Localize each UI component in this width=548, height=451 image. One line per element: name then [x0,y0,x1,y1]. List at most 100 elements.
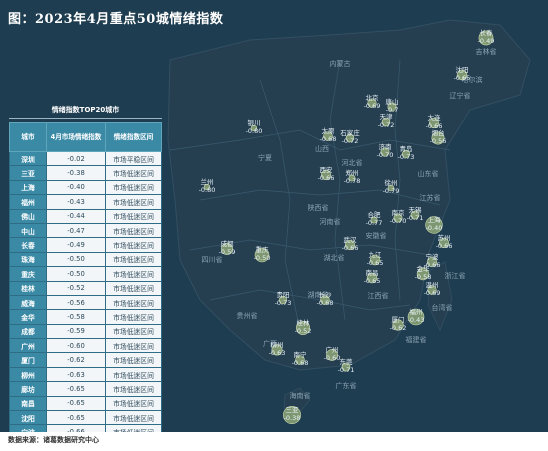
row-city: 三亚 [9,165,47,181]
row-zone: 市场低迷区间 [105,381,162,397]
city-name-label: 天津 [380,113,394,121]
table-row: 廊坊 -0.65 市场低迷区间 [9,381,162,397]
table-row: 威海 -0.56 市场低迷区间 [9,294,162,311]
table-row: 珠海 -0.50 市场低迷区间 [9,251,162,268]
chart-title: 图：2023年4月重点50城情绪指数 [8,12,224,27]
region-label: 台湾省 [432,303,453,312]
row-index-value: -0.43 [46,194,106,210]
city-name-label: 徐州 [385,178,398,187]
column-header-city: 城市 [9,122,47,152]
row-index-value: -0.56 [46,294,106,311]
city-name-label: 广州 [326,345,339,354]
city-name-label: 沈阳 [456,65,469,74]
city-name-label: 三亚 [286,406,300,414]
row-zone: 市场平稳区间 [105,150,162,167]
city-value-label: -0.71 [338,366,355,374]
region-label: 江西省 [368,291,389,300]
row-zone: 市场低迷区间 [105,251,162,268]
city-value-label: -0.72 [378,121,395,129]
row-index-value: -0.58 [46,309,106,325]
row-city: 珠海 [9,251,47,268]
row-city: 厦门 [9,352,47,368]
row-city: 广州 [9,338,47,354]
city-value-label: -0.80 [246,127,263,135]
city-value-label: -0.68 [317,299,334,307]
city-name-label: 长春 [480,28,494,37]
region-label: 江苏省 [420,193,441,202]
region-label: 浙江省 [445,271,466,280]
table-row: 中山 -0.47 市场低迷区间 [9,222,162,239]
column-header-zone: 情绪指数区间 [105,122,162,152]
city-name-label: 宁波 [426,252,440,261]
row-index-value: -0.47 [46,222,106,239]
city-name-label: 武汉 [344,235,358,244]
row-zone: 市场低迷区间 [105,294,162,311]
city-value-label: -0.49 [478,37,495,45]
data-source: 数据来源：诸葛数据研究中心 [8,436,99,444]
city-value-label: -0.63 [269,349,286,357]
table-row: 福州 -0.43 市场低迷区间 [9,194,162,210]
city-value-label: -0.65 [367,259,384,267]
region-label: 辽宁省 [450,91,471,100]
row-zone: 市场低迷区间 [105,323,162,340]
city-value-label: -0.60 [324,354,341,362]
city-value-label: -0.70 [390,217,407,225]
city-value-label: -0.71 [407,214,424,222]
city-value-label: -0.66 [436,242,453,250]
row-zone: 市场低迷区间 [105,222,162,239]
city-name-label: 温州 [426,280,439,289]
city-value-label: -0.79 [383,187,400,195]
city-value-label: -0.50 [254,254,271,262]
region-label: 四川省 [202,255,223,264]
city-name-label: 桂林 [297,318,311,327]
table-row: 沈阳 -0.65 市场低迷区间 [9,410,162,426]
city-value-label: -0.52 [295,327,312,335]
region-label: 海南省 [290,391,311,400]
region-label: 安徽省 [366,231,387,240]
row-index-value: -0.59 [46,323,106,340]
row-index-value: -0.62 [46,352,106,368]
city-name-label: 厦门 [392,315,405,324]
city-name-label: 合肥 [368,210,382,219]
panel-title: 情绪指数TOP20城市 [9,104,162,119]
column-header-index: 4月市场情绪指数 [46,122,106,152]
region-label: 河北省 [342,158,363,167]
row-zone: 市场低迷区间 [105,165,162,181]
row-zone: 市场低迷区间 [105,194,162,210]
row-index-value: -0.52 [46,280,106,296]
city-name-label: 金华 [417,264,431,273]
region-label: 福建省 [406,335,427,344]
row-zone: 市场低迷区间 [105,366,162,383]
city-value-label: -0.78 [344,177,361,185]
table-row: 成都 -0.59 市场低迷区间 [9,323,162,340]
table-row: 南昌 -0.65 市场低迷区间 [9,395,162,412]
row-index-value: -0.65 [46,381,106,397]
city-name-label: 太原 [322,126,336,135]
row-city: 上海 [9,179,47,196]
region-label: 贵州省 [237,311,258,320]
region-label: 湖北省 [324,253,345,262]
row-city: 柳州 [9,366,47,383]
row-city: 中山 [9,222,47,239]
table-row: 深圳 -0.02 市场平稳区间 [9,150,162,167]
city-name-label: 大连 [428,113,442,122]
row-city: 佛山 [9,208,47,224]
city-name-label: 青岛 [400,144,413,153]
city-name-label: 重庆 [256,245,270,254]
city-name-label: 西安 [320,165,334,174]
city-name-label: 南昌 [366,268,379,277]
city-value-label: -0.69 [364,102,381,110]
row-zone: 市场低迷区间 [105,309,162,325]
region-label: 宁夏 [258,153,272,162]
city-value-label: -0.40 [426,224,443,232]
row-city: 重庆 [9,266,47,282]
city-name-label: 长沙 [319,290,333,299]
row-index-value: -0.60 [46,338,106,354]
table-row: 三亚 -0.38 市场低迷区间 [9,165,162,181]
row-city: 深圳 [9,150,47,167]
row-index-value: -0.38 [46,165,106,181]
city-name-label: 济南 [379,142,393,151]
row-zone: 市场低迷区间 [105,410,162,426]
row-zone: 市场低迷区间 [105,395,162,412]
row-index-value: -0.40 [46,179,106,196]
